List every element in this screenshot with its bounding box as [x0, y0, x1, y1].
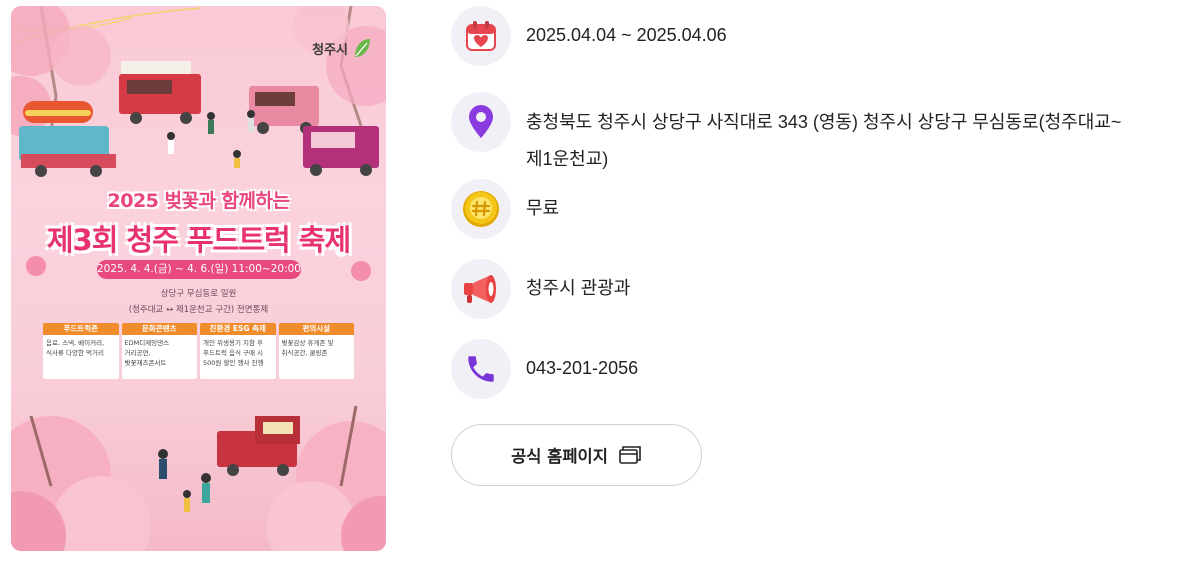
- cheongju-logo: 청주시: [308, 28, 372, 68]
- poster-program-boxes: 푸드트럭존 음료, 스낵, 베이커리, 식사류 다양한 먹거리 문화콘텐츠 ED…: [43, 323, 354, 379]
- info-period-row: 2025.04.04 ~ 2025.04.06: [451, 6, 1171, 66]
- festival-poster-image: 청주시 2025 벚꽃과 함께하는 제3회 청주 푸드트럭 축제 2025. 4…: [11, 6, 386, 551]
- official-homepage-label: 공식 홈페이지: [511, 447, 608, 466]
- poster-logo-text: 청주시: [312, 42, 348, 58]
- program-box-title: 편의시설: [278, 323, 354, 335]
- organizer: 청주시 관광과: [526, 278, 631, 298]
- poster-subtitle: 2025 벚꽃과 함께하는: [107, 190, 290, 212]
- poster-date-badge: 2025. 4. 4.(금) ~ 4. 6.(일) 11:00~20:00: [97, 260, 301, 279]
- calendar-heart-icon: [451, 6, 511, 66]
- new-window-icon: [619, 446, 641, 464]
- event-period: 2025.04.04 ~ 2025.04.06: [526, 25, 727, 45]
- program-box: 문화콘텐츠 EDM디제잉댄스 거리공연, 벚꽃재즈콘서트: [121, 323, 197, 379]
- megaphone-icon: [451, 259, 511, 319]
- admission-fee: 무료: [526, 198, 560, 218]
- poster-location-line: 상당구 무심동로 일원: [160, 289, 237, 299]
- info-address-row: 충청북도 청주시 상당구 사직대로 343 (영동) 청주시 상당구 무심동로(…: [451, 92, 1171, 178]
- program-box-title: 푸드트럭존: [43, 323, 119, 335]
- program-box: 친환경 ESG 축제 개인 위생용기 지참 후 푸드트럭 음식 구매 시 500…: [200, 323, 276, 379]
- program-box: 푸드트럭존 음료, 스낵, 베이커리, 식사류 다양한 먹거리: [43, 323, 119, 379]
- contact-phone: 043-201-2056: [526, 358, 639, 378]
- poster-title: 제3회 청주 푸드트럭 축제: [46, 223, 351, 257]
- info-organizer-row: 청주시 관광과: [451, 259, 1171, 319]
- program-box-title: 문화콘텐츠: [121, 323, 197, 335]
- address-line-2: 제1운천교): [526, 149, 609, 169]
- program-box-text: 음료, 스낵, 베이커리, 식사류 다양한 먹거리: [46, 339, 105, 357]
- location-pin-icon: [451, 92, 511, 152]
- phone-icon: [451, 339, 511, 399]
- official-homepage-button[interactable]: 공식 홈페이지: [451, 424, 702, 486]
- event-address: 충청북도 청주시 상당구 사직대로 343 (영동) 청주시 상당구 무심동로(…: [526, 92, 1121, 178]
- program-box: 편의시설 벚꽃감상 휴게존 및 취식공간, 쿨링존: [278, 323, 354, 379]
- program-box-text: EDM디제잉댄스 거리공연, 벚꽃재즈콘서트: [124, 339, 170, 367]
- program-box-title: 친환경 ESG 축제: [200, 323, 276, 335]
- program-box-text: 개인 위생용기 지참 후 푸드트럭 음식 구매 시 500원 할인 행사 진행: [203, 339, 264, 367]
- address-line-1: 충청북도 청주시 상당구 사직대로 343 (영동) 청주시 상당구 무심동로(…: [526, 112, 1122, 132]
- poster-closure-line: (청주대교 ↔ 제1운천교 구간) 전면통제: [128, 305, 269, 315]
- info-phone-row: 043-201-2056: [451, 339, 1171, 399]
- leaf-icon: [355, 39, 370, 57]
- info-fee-row: 무료: [451, 179, 1171, 239]
- program-box-text: 벚꽃감상 휴게존 및 취식공간, 쿨링존: [281, 339, 334, 357]
- coin-icon: [451, 179, 511, 239]
